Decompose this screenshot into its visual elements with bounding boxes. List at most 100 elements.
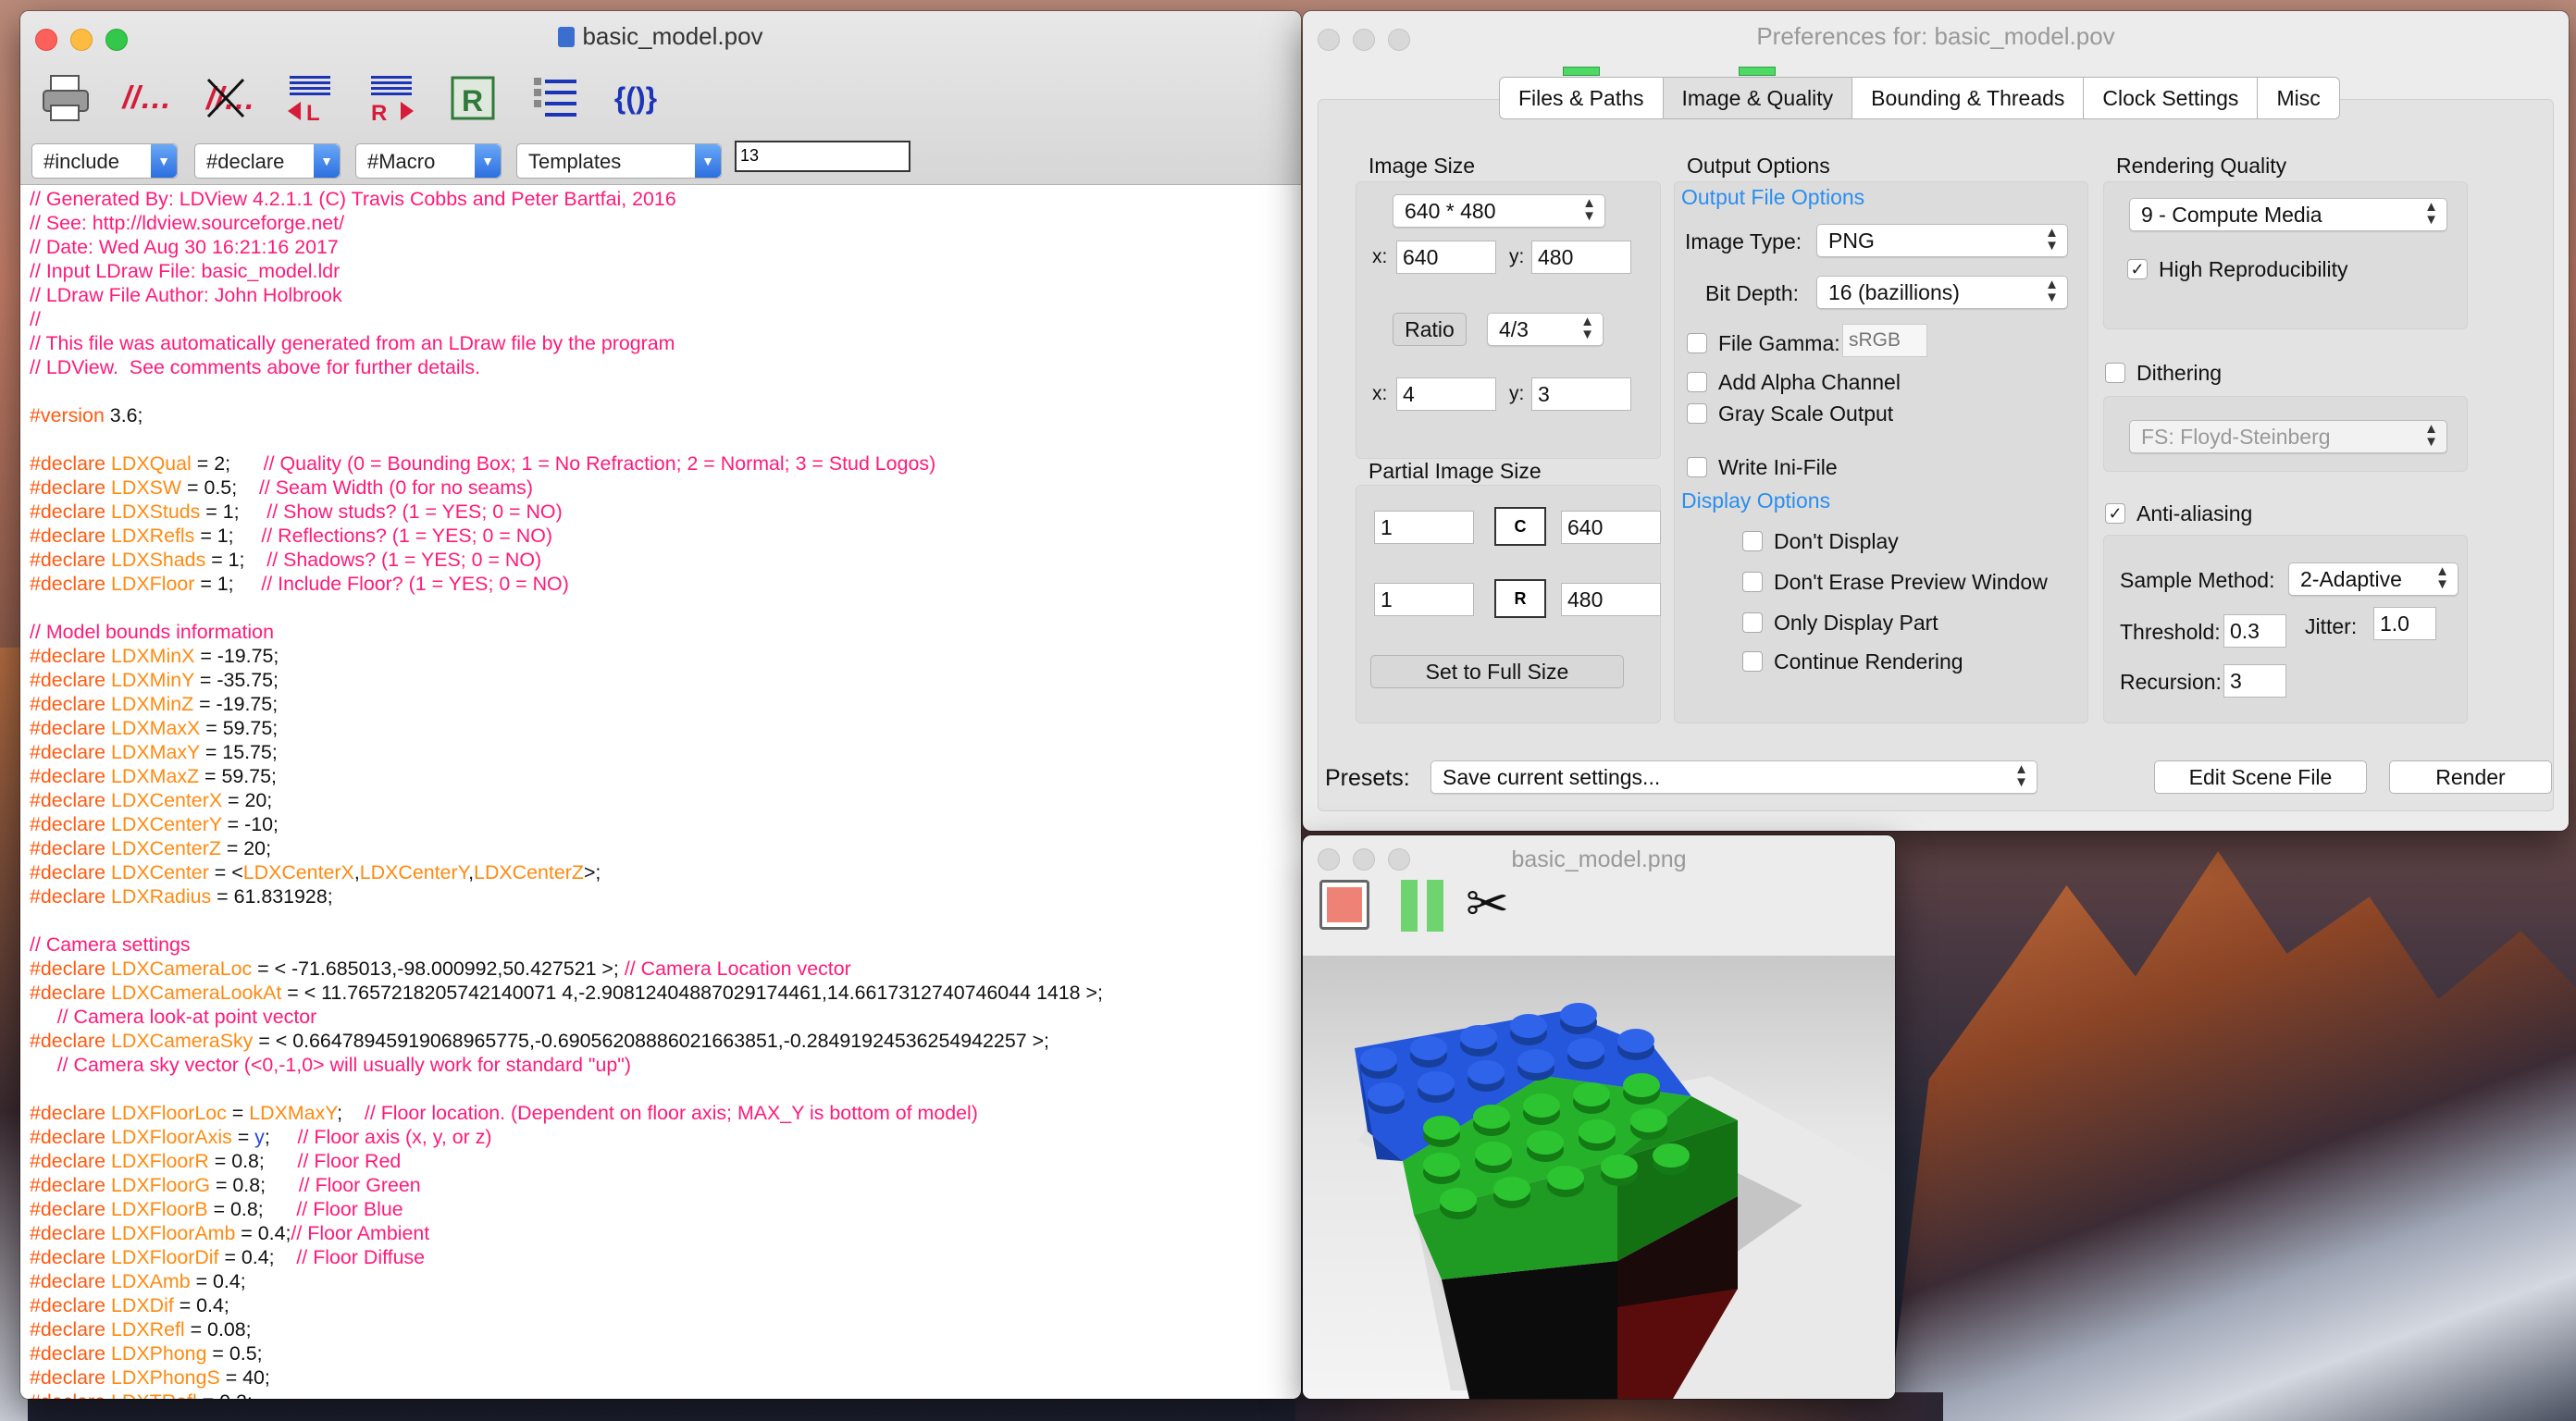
tab-bounding-threads[interactable]: Bounding & Threads [1852, 78, 2085, 118]
tab-clock-settings[interactable]: Clock Settings [2084, 78, 2259, 118]
updown-icon: ▲ ▼ [2435, 563, 2449, 592]
ratio-y-field[interactable]: 3 [1531, 377, 1631, 411]
stop-icon[interactable] [1319, 880, 1369, 930]
ratio-select[interactable]: 4/3 ▲ ▼ [1487, 313, 1604, 346]
zoom-button[interactable] [1388, 29, 1410, 51]
jitter-label: Jitter: [2305, 614, 2358, 638]
declare-dropdown[interactable]: #declare ▼ [194, 143, 341, 179]
file-gamma-checkbox[interactable] [1687, 333, 1707, 353]
code-token: // This file was automatically generated… [30, 332, 675, 354]
continue-rendering-checkbox[interactable] [1742, 651, 1763, 672]
shift-right-icon[interactable]: R [363, 68, 420, 128]
shift-left-icon[interactable]: L [281, 68, 339, 128]
image-width-field[interactable]: 640 [1396, 241, 1496, 274]
tab-misc[interactable]: Misc [2258, 78, 2338, 118]
tab-files-paths[interactable]: Files & Paths [1500, 67, 1664, 118]
zoom-button[interactable] [1388, 848, 1410, 871]
tab-clock-settings-label: Clock Settings [2102, 86, 2239, 110]
tab-image-quality[interactable]: Image & Quality [1663, 67, 1853, 118]
macro-dropdown[interactable]: #Macro ▼ [355, 143, 502, 179]
code-editor[interactable]: // Generated By: LDView 4.2.1.1 (C) Trav… [30, 183, 1301, 1399]
code-token: = < -71.685013,-98.000992,50.427521 >; [252, 958, 625, 980]
code-line: #declare LDXFloorB = 0.8; // Floor Blue [30, 1197, 1301, 1221]
minimize-button[interactable] [1353, 29, 1375, 51]
recursion-label: Recursion: [2120, 670, 2222, 694]
code-token: = 1; [200, 500, 267, 523]
threshold-field[interactable]: 0.3 [2223, 614, 2286, 648]
file-gamma-field[interactable] [1842, 324, 1927, 357]
ratio-button[interactable]: Ratio [1393, 313, 1467, 346]
scissors-icon[interactable]: ✂ [1466, 876, 1509, 932]
code-token: = 0.5; [181, 476, 259, 499]
code-line: #declare LDXMaxZ = 59.75; [30, 764, 1301, 788]
code-token: LDXTRefl [111, 1390, 197, 1399]
minimize-button[interactable] [1353, 848, 1375, 871]
render-button[interactable]: Render [2389, 760, 2552, 794]
presets-select[interactable]: Save current settings... ▲ ▼ [1430, 760, 2037, 794]
code-token: LDXRefl [111, 1318, 185, 1341]
dither-method-select[interactable]: FS: Floyd-Steinberg ▲ ▼ [2129, 420, 2447, 453]
stud [1510, 1014, 1547, 1045]
code-token: ; [337, 1102, 365, 1124]
comment-icon[interactable]: //… [118, 68, 176, 128]
output-options-heading: Output Options [1687, 154, 1830, 178]
dont-display-checkbox[interactable] [1742, 531, 1763, 551]
pause-icon[interactable] [1397, 880, 1449, 932]
templates-dropdown[interactable]: Templates ▼ [516, 143, 722, 179]
image-height-field[interactable]: 480 [1531, 241, 1631, 274]
updown-icon: ▲ ▼ [1582, 195, 1596, 224]
close-button[interactable] [1318, 29, 1340, 51]
edit-scene-button[interactable]: Edit Scene File [2154, 760, 2367, 794]
set-full-size-button[interactable]: Set to Full Size [1370, 655, 1624, 688]
code-token: #declare [30, 1126, 106, 1148]
write-ini-checkbox[interactable] [1687, 457, 1707, 477]
line-number-field[interactable]: 13 [735, 141, 910, 172]
code-token: // Floor Blue [296, 1198, 403, 1220]
jitter-field[interactable]: 1.0 [2373, 607, 2436, 640]
code-token: LDXCenterX [242, 861, 354, 883]
brackets-icon[interactable]: {()} [607, 68, 664, 128]
close-button[interactable] [35, 29, 57, 51]
column-end-field[interactable]: 640 [1561, 511, 1661, 544]
only-display-part-checkbox[interactable] [1742, 612, 1763, 633]
bit-depth-label: Bit Depth: [1705, 281, 1799, 305]
code-token: = -35.75; [193, 669, 279, 691]
code-token: #declare [30, 1294, 106, 1316]
code-token: // Floor Red [297, 1150, 402, 1172]
sample-method-select[interactable]: 2-Adaptive ▲ ▼ [2288, 562, 2458, 596]
render-icon[interactable]: R [444, 68, 502, 128]
list-icon[interactable] [526, 68, 583, 128]
close-button[interactable] [1318, 848, 1340, 871]
print-icon[interactable] [37, 68, 94, 128]
alpha-channel-checkbox[interactable] [1687, 372, 1707, 392]
code-token: #declare [30, 1270, 106, 1292]
dont-erase-checkbox[interactable] [1742, 572, 1763, 592]
stud [1473, 1105, 1510, 1136]
code-line: // Model bounds information [30, 620, 1301, 644]
code-token: #declare [30, 1198, 106, 1220]
row-start-field[interactable]: 1 [1374, 583, 1474, 616]
include-dropdown[interactable]: #include ▼ [31, 143, 178, 179]
code-token: #declare [30, 1390, 105, 1399]
editor-title: basic_model.pov [582, 22, 763, 50]
row-end-field[interactable]: 480 [1561, 583, 1661, 616]
bit-depth-select[interactable]: 16 (bazillions) ▲ ▼ [1816, 276, 2068, 309]
recursion-field[interactable]: 3 [2223, 664, 2286, 698]
ratio-x-field[interactable]: 4 [1396, 377, 1496, 411]
code-token: // Shadows? (1 = YES; 0 = NO) [266, 549, 542, 571]
image-size-preset-select[interactable]: 640 * 480 ▲ ▼ [1393, 194, 1605, 228]
code-token: // Camera Location vector [624, 958, 851, 980]
pause-bar [1401, 880, 1418, 932]
image-type-select[interactable]: PNG ▲ ▼ [1816, 224, 2068, 257]
dithering-checkbox[interactable] [2105, 363, 2125, 383]
gray-scale-checkbox[interactable] [1687, 403, 1707, 424]
high-reproducibility-checkbox[interactable]: ✓ [2127, 259, 2148, 279]
minimize-button[interactable] [70, 29, 93, 51]
uncomment-icon[interactable]: //… [200, 68, 257, 128]
code-token: = 1; [194, 525, 262, 547]
anti-aliasing-checkbox[interactable]: ✓ [2105, 503, 2125, 524]
code-line: // Camera look-at point vector [30, 1005, 1301, 1029]
column-start-field[interactable]: 1 [1374, 511, 1474, 544]
zoom-button[interactable] [105, 29, 128, 51]
quality-select[interactable]: 9 - Compute Media ▲ ▼ [2129, 198, 2447, 231]
